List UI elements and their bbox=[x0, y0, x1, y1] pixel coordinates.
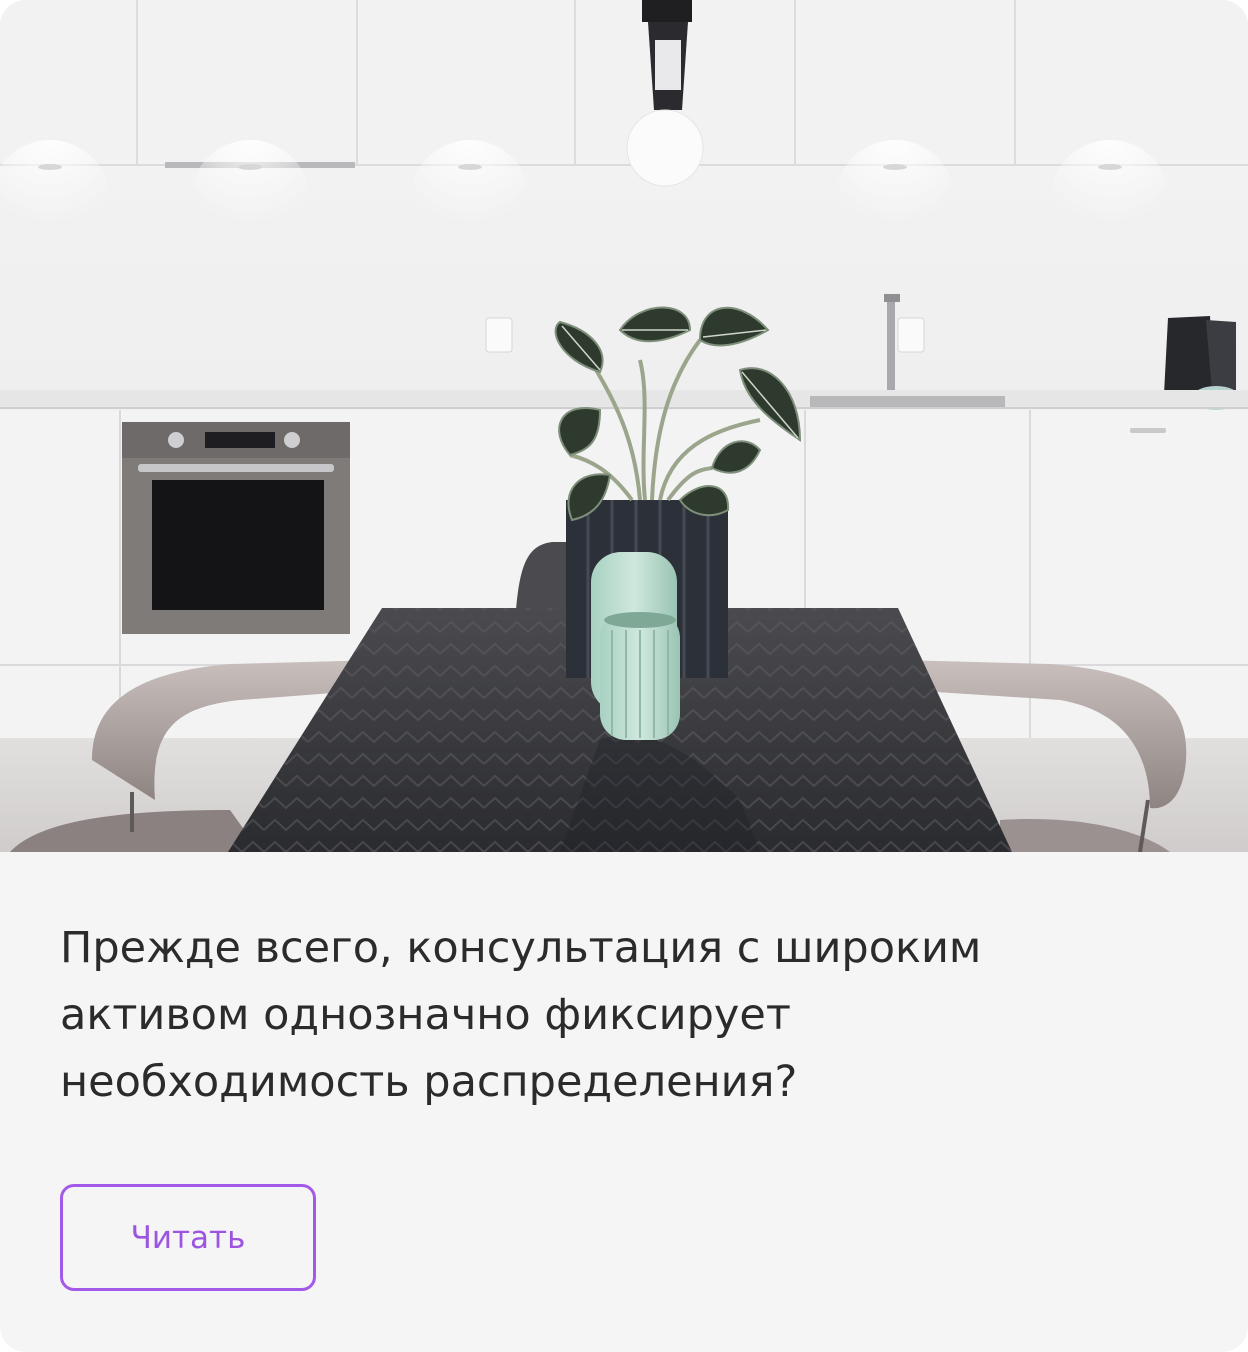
article-image bbox=[0, 0, 1248, 852]
read-button[interactable]: Читать bbox=[60, 1184, 316, 1291]
article-card: Прежде всего, консультация с широким акт… bbox=[0, 0, 1248, 1352]
article-text: Прежде всего, консультация с широким акт… bbox=[60, 923, 982, 1107]
